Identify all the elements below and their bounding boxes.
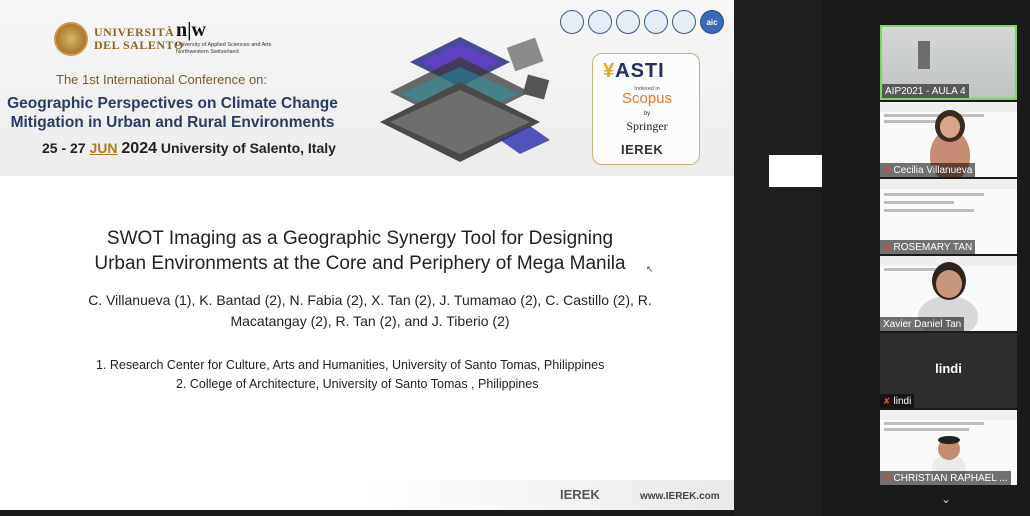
university-logo: UNIVERSITÀ DEL SALENTO xyxy=(54,22,184,56)
affiliation-1: 1. Research Center for Culture, Arts and… xyxy=(96,358,605,372)
gallery-gutter xyxy=(734,0,822,516)
paper-title: SWOT Imaging as a Geographic Synergy Too… xyxy=(94,228,626,274)
slide-footer xyxy=(0,480,734,510)
participant-tile[interactable]: ✘ Cecilia Villanueva xyxy=(880,102,1017,177)
participant-tile[interactable]: AIP2021 - AULA 4 xyxy=(880,25,1017,100)
conference-title: Geographic Perspectives on Climate Chang… xyxy=(7,95,338,131)
participant-avatar-text: lindi xyxy=(935,361,962,376)
fhnw-text: University of Applied Sciences and Arts … xyxy=(176,42,272,55)
affiliation-2: 2. College of Architecture, University o… xyxy=(176,377,539,391)
conference-intro: The 1st International Conference on: xyxy=(56,72,268,87)
mic-muted-icon: ✘ xyxy=(883,395,891,406)
mic-muted-icon: ✘ xyxy=(883,241,891,252)
partner-3-icon xyxy=(616,10,640,34)
conference-banner: UNIVERSITÀ DEL SALENTO n|w University of… xyxy=(0,0,734,176)
mouse-cursor-icon: ↖ xyxy=(646,264,654,274)
fhnw-mark: n|w xyxy=(176,19,206,41)
indexing-badge: ¥ASTI Indexed in Scopus by Springer IERE… xyxy=(592,53,700,165)
springer-logo: Springer xyxy=(626,119,668,133)
footer-url: www.IEREK.com xyxy=(640,491,720,502)
scopus-logo: Scopus xyxy=(621,90,673,107)
chevron-down-icon[interactable]: ⌄ xyxy=(941,492,951,506)
cmcc-icon xyxy=(588,10,612,34)
participant-name: AIP2021 - AULA 4 xyxy=(882,84,969,98)
participant-tile[interactable]: Xavier Daniel Tan xyxy=(880,256,1017,331)
partner-5-icon xyxy=(672,10,696,34)
partner-logos: aic xyxy=(560,10,724,34)
participant-name: ✘ ROSEMARY TAN xyxy=(880,240,976,254)
partner-4-icon xyxy=(644,10,668,34)
participant-name: Xavier Daniel Tan xyxy=(880,317,965,331)
aic-logo-icon: aic xyxy=(700,10,724,34)
university-name-line2: DEL SALENTO xyxy=(94,38,184,52)
university-seal-icon xyxy=(54,22,88,56)
fhnw-logo: n|w University of Applied Sciences and A… xyxy=(176,20,296,56)
video-conference-window: UNIVERSITÀ DEL SALENTO n|w University of… xyxy=(0,0,1030,516)
conference-date: 25 - 27 JUN 2024 University of Salento, … xyxy=(42,140,336,157)
mic-muted-icon: ✘ xyxy=(883,472,891,483)
participant-tile[interactable]: ✘ ROSEMARY TAN xyxy=(880,179,1017,254)
ierek-logo: IEREK xyxy=(621,142,664,157)
ierek-footer-logo: IEREK xyxy=(560,487,600,502)
participant-name: ✘ Cecilia Villanueva xyxy=(880,163,976,177)
affiliations: 1. Research Center for Culture, Arts and… xyxy=(96,356,604,394)
participant-tile[interactable]: lindi ✘ lindi xyxy=(880,333,1017,408)
mic-muted-icon: ✘ xyxy=(883,164,891,175)
authors: C. Villanueva (1), K. Bantad (2), N. Fab… xyxy=(88,292,652,329)
participant-name: ✘ lindi xyxy=(880,394,915,408)
city-data-layers-graphic xyxy=(380,37,550,162)
shared-slide: UNIVERSITÀ DEL SALENTO n|w University of… xyxy=(0,0,734,510)
participant-tile[interactable]: ✘ CHRISTIAN RAPHAEL ... xyxy=(880,410,1017,485)
participant-name: ✘ CHRISTIAN RAPHAEL ... xyxy=(880,471,1011,485)
